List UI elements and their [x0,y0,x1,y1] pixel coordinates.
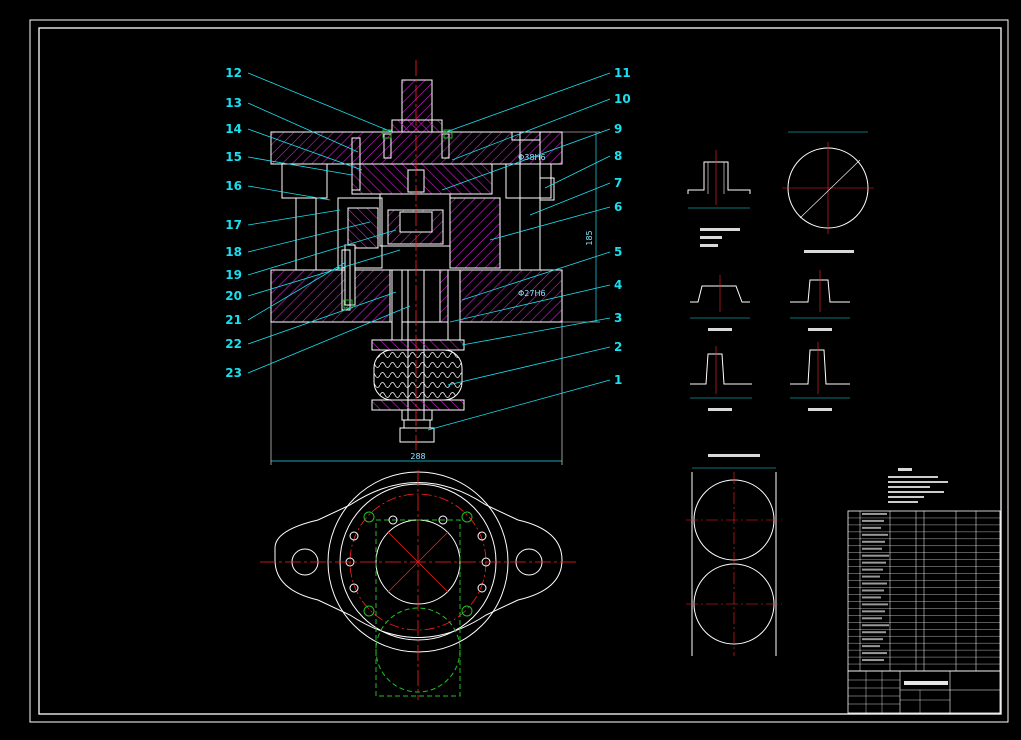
part-number-8: 8 [614,149,622,163]
part-number-13: 13 [225,96,242,110]
part-number-7: 7 [614,176,622,190]
part-number-15: 15 [225,150,242,164]
part-number-6: 6 [614,200,622,214]
plan-view [260,470,576,700]
buffer-plate-bottom [371,399,465,411]
buffer-plate-top [371,339,465,351]
part-number-3: 3 [614,311,622,325]
nut [401,409,433,421]
part-number-11: 11 [614,66,631,80]
part-number-10: 10 [614,92,631,106]
title-block [847,670,1001,714]
cad-drawing: 288 185 Φ38H6 Φ27H6 12131415161718192021… [29,19,1009,723]
guide-bush-right [505,163,552,199]
part-number-5: 5 [614,245,622,259]
part-number-22: 22 [225,337,242,351]
leader-line-12 [247,72,393,133]
part-number-17: 17 [225,218,242,232]
rubber-buffer [373,349,463,401]
die-block-right [449,197,501,269]
part-number-1: 1 [614,373,622,387]
part-number-9: 9 [614,122,622,136]
guide-bush-collar [539,177,555,201]
parts-list-table [847,510,1001,672]
part-number-16: 16 [225,179,242,193]
outer-frame [29,19,1009,723]
dim-width-text: 288 [410,452,425,461]
part-number-2: 2 [614,340,622,354]
leader-line-11 [445,72,611,133]
process-sketches [686,131,874,656]
dim-height-text: 185 [585,230,594,245]
leader-line-2 [447,346,611,386]
cad-drawing-canvas: 288 185 Φ38H6 Φ27H6 12131415161718192021… [0,0,1021,740]
part-number-12: 12 [225,66,242,80]
part-number-18: 18 [225,245,242,259]
dim-bore2-text: Φ27H6 [518,289,546,298]
part-number-21: 21 [225,313,242,327]
part-number-20: 20 [225,289,242,303]
technical-notes [888,468,948,503]
part-number-23: 23 [225,366,242,380]
part-number-14: 14 [225,122,242,136]
section-view: 288 185 Φ38H6 Φ27H6 [270,60,600,465]
part-number-19: 19 [225,268,242,282]
inner-frame [38,27,1002,715]
leader-line-17 [247,209,341,226]
part-number-4: 4 [614,278,622,292]
